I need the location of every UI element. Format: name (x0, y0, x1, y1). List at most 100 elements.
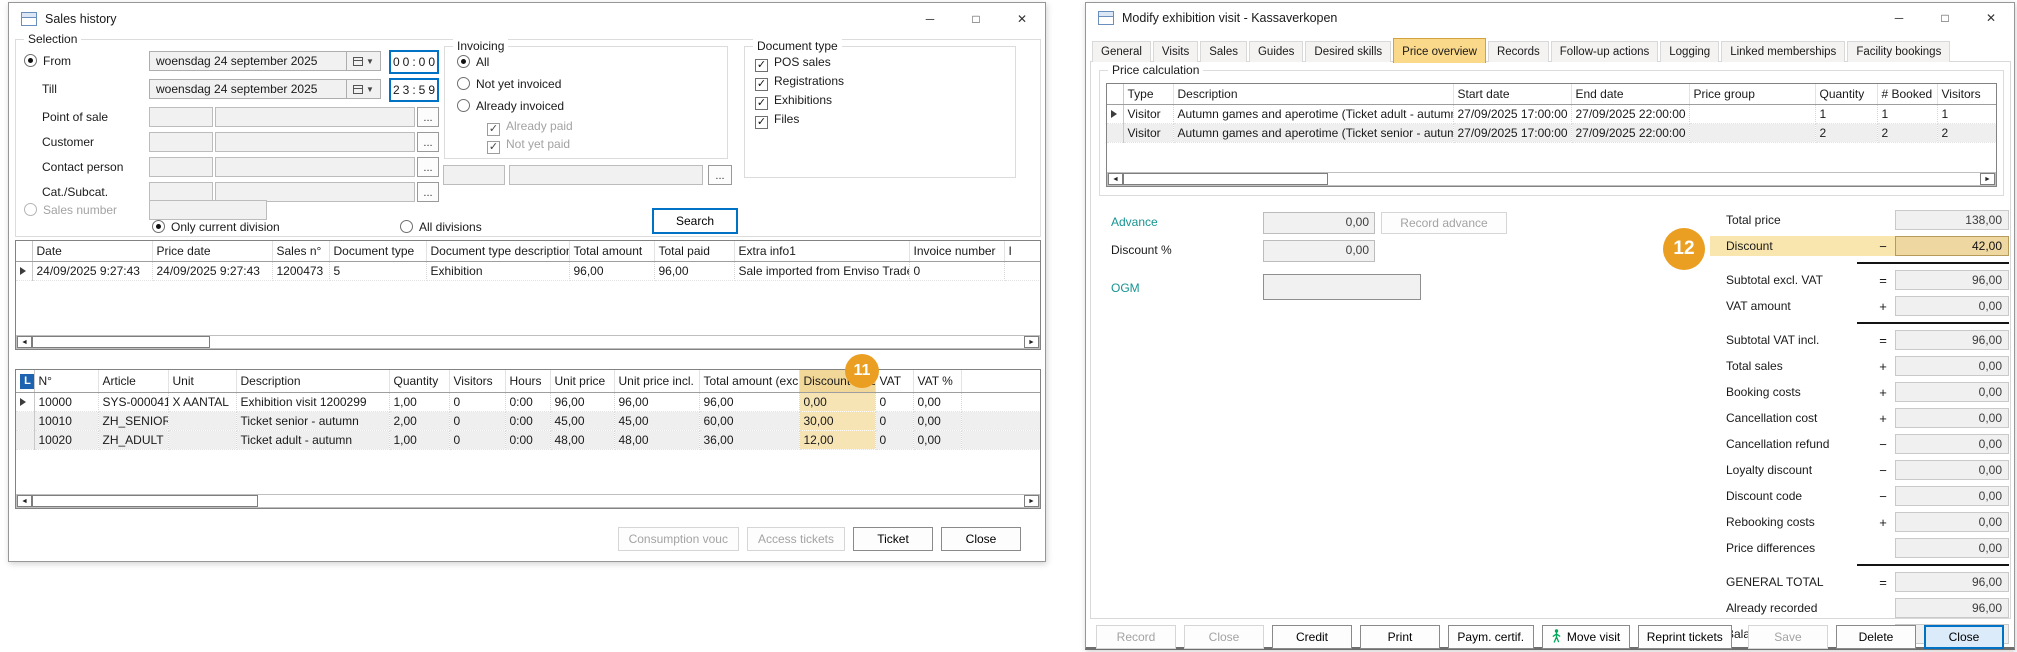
cell-visitors[interactable]: 2 (1937, 124, 1996, 143)
contact-person-code-field[interactable] (149, 157, 213, 177)
consumption-vouc-button[interactable]: Consumption vouc (618, 527, 739, 551)
maximize-icon[interactable]: □ (1922, 3, 1968, 33)
column-header-article[interactable]: Article (98, 370, 168, 393)
tab-desired-skills[interactable]: Desired skills (1305, 41, 1391, 62)
ogm-field[interactable] (1263, 274, 1421, 300)
extra-filter-lookup-button[interactable]: ... (708, 165, 732, 185)
price-calc-horizontal-scrollbar[interactable]: ◄ ► (1107, 172, 1996, 186)
cell-article[interactable]: ZH_SENIOR (98, 412, 168, 431)
column-header-description[interactable]: Description (236, 370, 389, 393)
cell-discount-amount[interactable]: 0,00 (799, 393, 875, 412)
cell-vat[interactable]: 0,00 (913, 431, 961, 450)
cell-article[interactable]: ZH_ADULT (98, 431, 168, 450)
results-horizontal-scrollbar[interactable]: ◄ ► (16, 335, 1040, 349)
cell-i[interactable] (1004, 262, 1040, 281)
scroll-right-icon[interactable]: ► (1980, 173, 1995, 185)
till-time-field[interactable]: 23:59 (389, 78, 439, 102)
from-time-field[interactable]: 00:00 (389, 50, 439, 74)
cell-unit-price-incl[interactable]: 45,00 (614, 412, 699, 431)
titlebar[interactable]: Modify exhibition visit - Kassaverkopen … (1086, 3, 2014, 33)
scroll-right-icon[interactable]: ► (1024, 495, 1039, 507)
cell-unit[interactable]: X AANTAL (168, 393, 236, 412)
minimize-icon[interactable]: ─ (1876, 3, 1922, 33)
close-button[interactable]: Close (1184, 625, 1264, 649)
contact-person-name-field[interactable] (215, 157, 415, 177)
point-of-sale-name-field[interactable] (215, 107, 415, 127)
cell-discount-amount[interactable]: 12,00 (799, 431, 875, 450)
cell-end-date[interactable]: 27/09/2025 22:00:00 (1571, 105, 1689, 124)
cell-discount-amount[interactable]: 30,00 (799, 412, 875, 431)
calendar-dropdown-icon[interactable]: ▼ (347, 79, 381, 99)
minimize-icon[interactable]: ─ (907, 3, 953, 35)
reprint-tickets-button[interactable]: Reprint tickets (1638, 625, 1732, 649)
cell-price-date[interactable]: 24/09/2025 9:27:43 (152, 262, 272, 281)
cell-price-group[interactable] (1689, 105, 1815, 124)
cell-end-date[interactable]: 27/09/2025 22:00:00 (1571, 124, 1689, 143)
cell-hours[interactable]: 0:00 (505, 393, 550, 412)
print-button[interactable]: Print (1360, 625, 1440, 649)
doc-type-exhibitions-checkbox[interactable]: ✓Exhibitions (755, 93, 832, 110)
column-header-n[interactable]: N° (34, 370, 98, 393)
tab-guides[interactable]: Guides (1249, 41, 1303, 62)
cell-vat[interactable]: 0 (875, 431, 913, 450)
column-header-type[interactable]: Type (1123, 84, 1173, 105)
cell-type[interactable]: Visitor (1123, 124, 1173, 143)
search-button[interactable]: Search (652, 208, 738, 234)
cell-unit-price-incl[interactable]: 96,00 (614, 393, 699, 412)
cell-invoice-number[interactable]: 0 (909, 262, 1004, 281)
cell-start-date[interactable]: 27/09/2025 17:00:00 (1453, 124, 1571, 143)
from-date-value[interactable]: woensdag 24 september 2025 (149, 51, 347, 71)
scroll-left-icon[interactable]: ◄ (17, 336, 32, 348)
column-header-price-group[interactable]: Price group (1689, 84, 1815, 105)
cell-type[interactable]: Visitor (1123, 105, 1173, 124)
lines-horizontal-scrollbar[interactable]: ◄ ► (16, 494, 1040, 508)
cell-unit-price[interactable]: 48,00 (550, 431, 614, 450)
delete-button[interactable]: Delete (1836, 625, 1916, 649)
sales-number-radio[interactable]: Sales number (24, 203, 117, 217)
sales-number-field[interactable] (149, 200, 267, 220)
till-date-value[interactable]: woensdag 24 september 2025 (149, 79, 347, 99)
tab-sales[interactable]: Sales (1200, 41, 1247, 62)
ogm-label[interactable]: OGM (1111, 281, 1140, 295)
cell-total-paid[interactable]: 96,00 (654, 262, 734, 281)
advance-label[interactable]: Advance (1111, 215, 1158, 229)
paym-certif-button[interactable]: Paym. certif. (1448, 625, 1534, 649)
cell-quantity[interactable]: 1,00 (389, 431, 449, 450)
cell-date[interactable]: 24/09/2025 9:27:43 (32, 262, 152, 281)
column-header-vat[interactable]: VAT % (913, 370, 961, 393)
column-header-hours[interactable]: Hours (505, 370, 550, 393)
scroll-right-icon[interactable]: ► (1024, 336, 1039, 348)
column-header-sales-n[interactable]: Sales n° (272, 241, 329, 262)
cell-vat[interactable]: 0 (875, 412, 913, 431)
tab-logging[interactable]: Logging (1660, 41, 1719, 62)
cell-vat[interactable]: 0,00 (913, 412, 961, 431)
cell-unit-price[interactable]: 45,00 (550, 412, 614, 431)
doc-type-files-checkbox[interactable]: ✓Files (755, 112, 799, 129)
column-header-price-date[interactable]: Price date (152, 241, 272, 262)
tab-follow-up-actions[interactable]: Follow-up actions (1551, 41, 1658, 62)
doc-type-pos-sales-checkbox[interactable]: ✓POS sales (755, 55, 831, 72)
cell-quantity[interactable]: 1,00 (389, 393, 449, 412)
already-invoiced-radio[interactable]: Already invoiced (457, 99, 564, 113)
credit-button[interactable]: Credit (1272, 625, 1352, 649)
table-row[interactable]: 10020ZH_ADULTTicket adult - autumn1,0000… (16, 431, 1040, 450)
cell-unit-price-incl[interactable]: 48,00 (614, 431, 699, 450)
column-header-end-date[interactable]: End date (1571, 84, 1689, 105)
cell-price-group[interactable] (1689, 124, 1815, 143)
tab-price-overview[interactable]: Price overview (1393, 38, 1486, 63)
cell-total-amount-excl[interactable]: 96,00 (699, 393, 799, 412)
column-header-extra-info1[interactable]: Extra info1 (734, 241, 909, 262)
save-button[interactable]: Save (1748, 625, 1828, 649)
calendar-dropdown-icon[interactable]: ▼ (347, 51, 381, 71)
cell-quantity[interactable]: 2,00 (389, 412, 449, 431)
maximize-icon[interactable]: □ (953, 3, 999, 35)
cell-article[interactable]: SYS-000041 (98, 393, 168, 412)
close-button[interactable]: Close (941, 527, 1021, 551)
cell-booked[interactable]: 1 (1877, 105, 1937, 124)
close-button[interactable]: Close (1924, 625, 2004, 649)
extra-filter-name-field[interactable] (509, 165, 703, 185)
already-paid-checkbox[interactable]: ✓Already paid (487, 119, 573, 136)
cell-document-type-description[interactable]: Exhibition (426, 262, 569, 281)
invoicing-all-radio[interactable]: All (457, 55, 489, 69)
record-advance-button[interactable]: Record advance (1381, 212, 1507, 234)
